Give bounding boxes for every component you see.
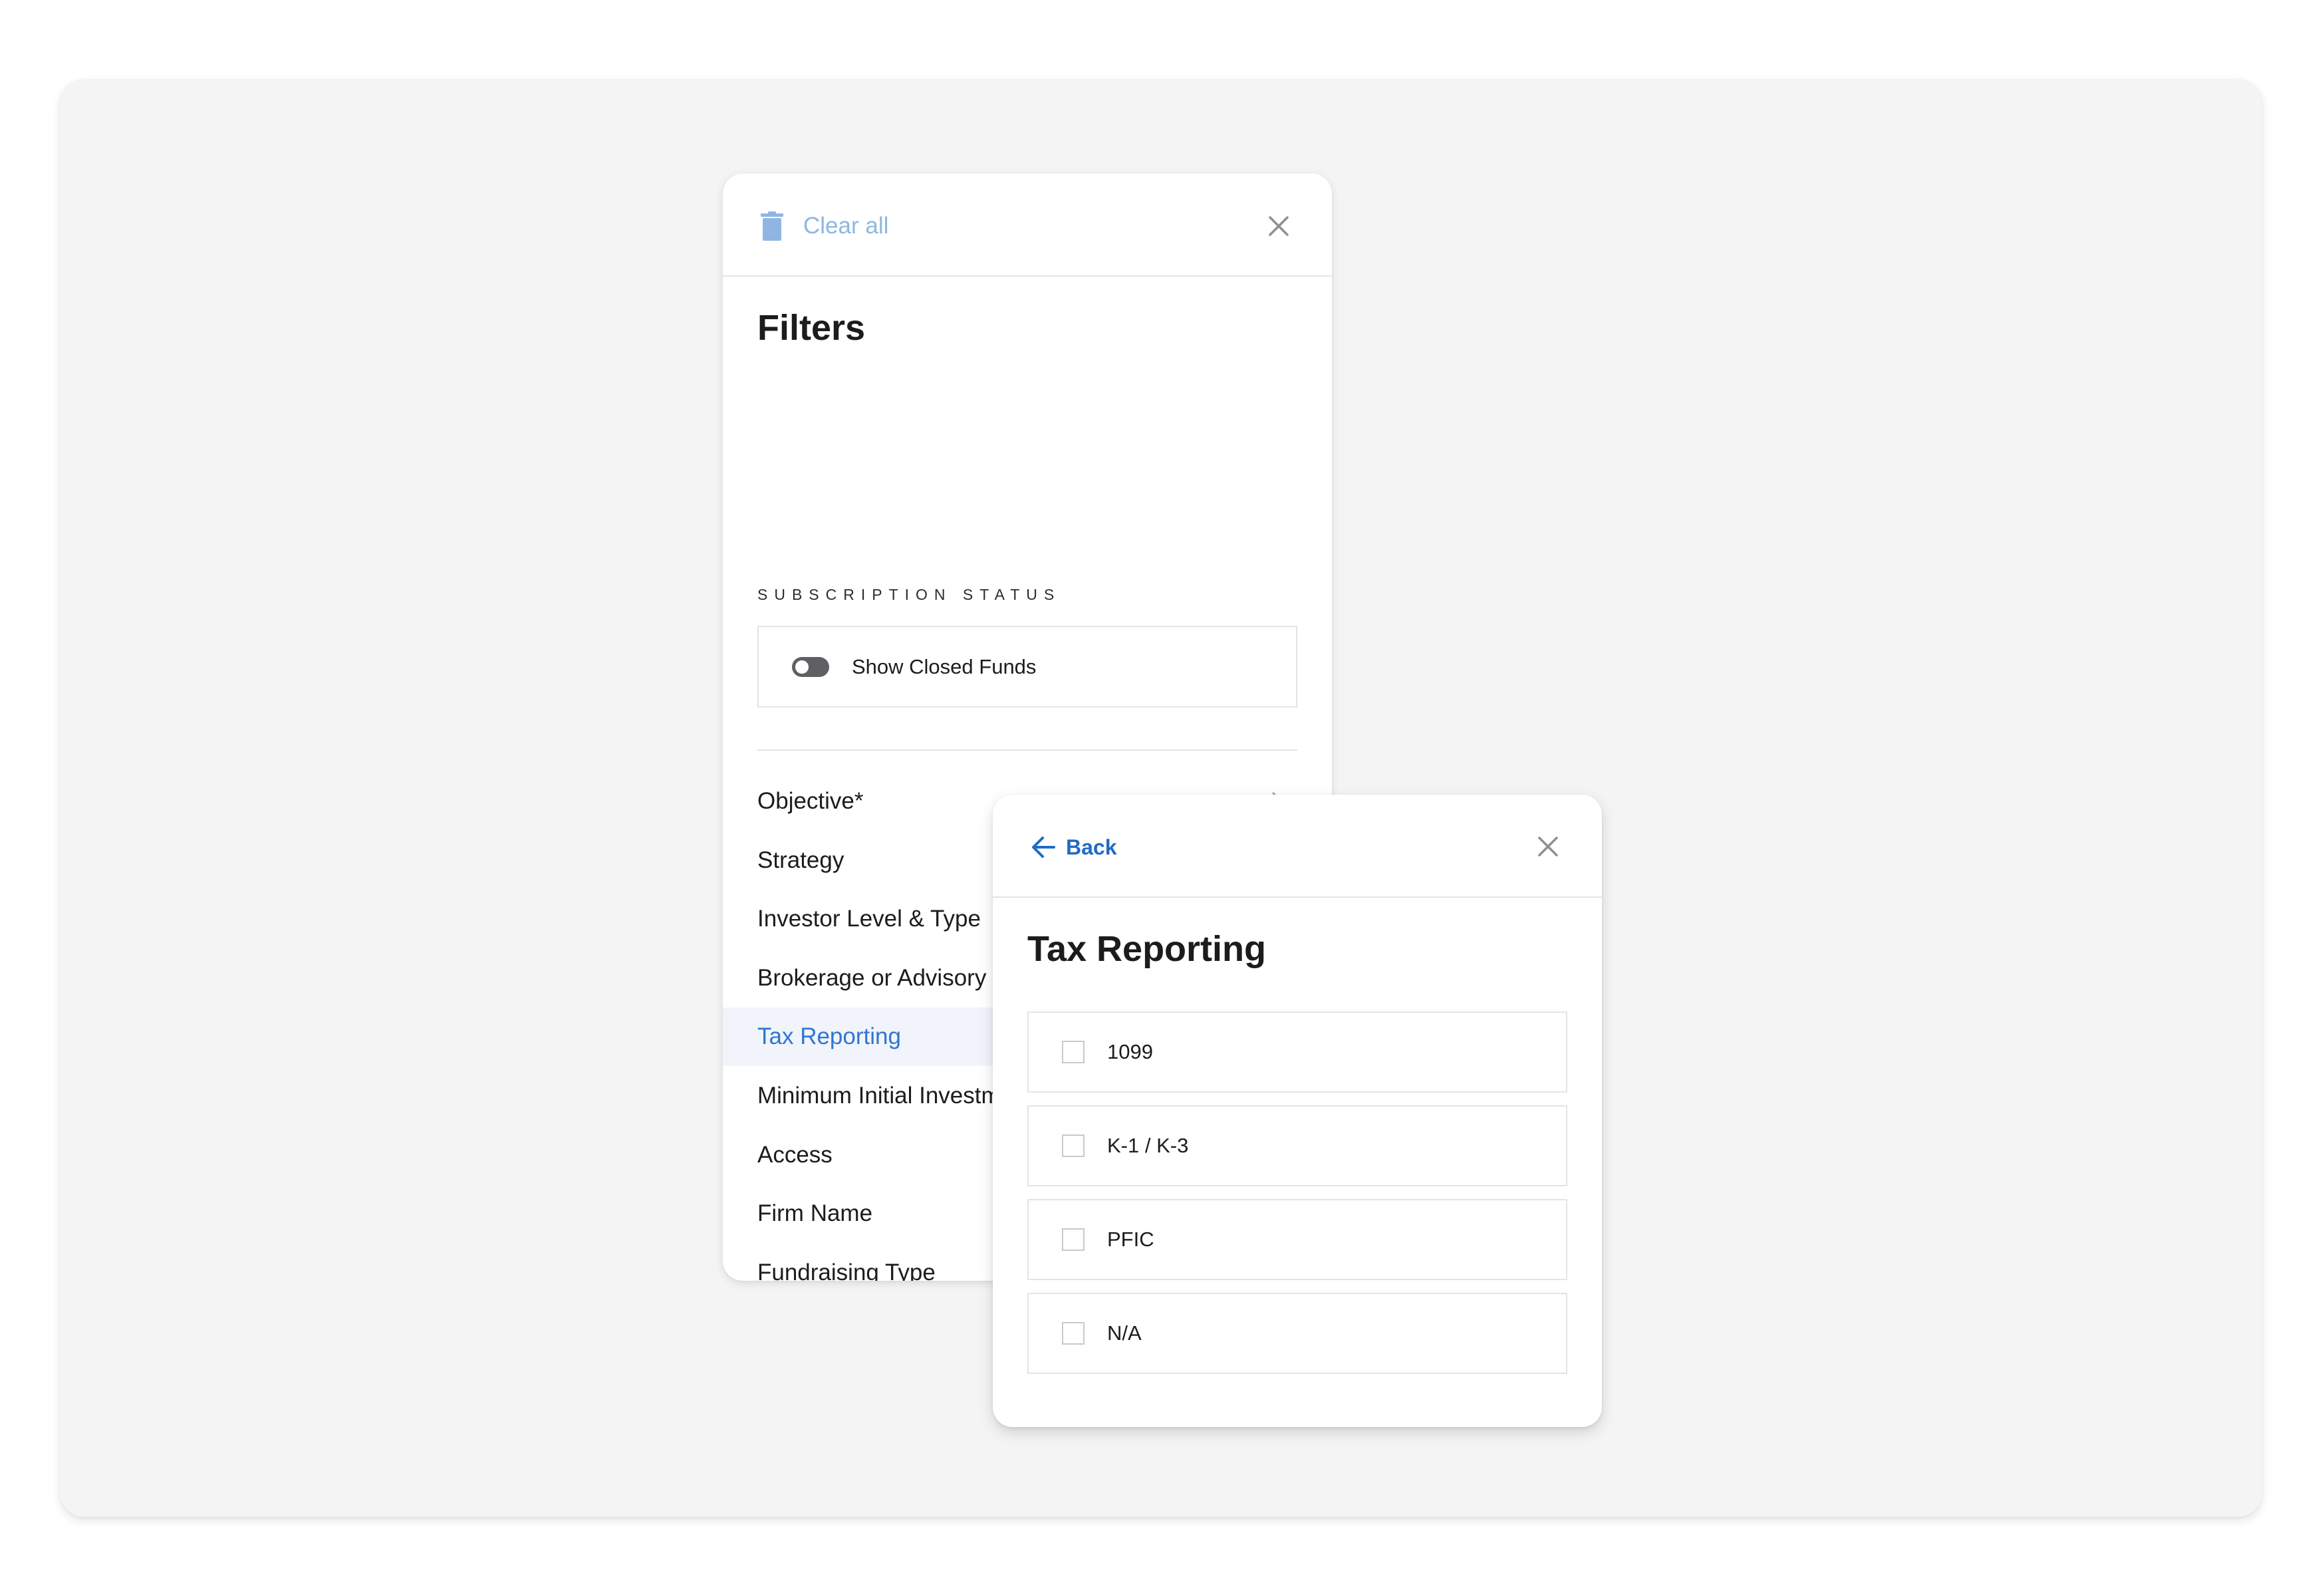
- subscription-status-label: SUBSCRIPTION STATUS: [757, 586, 1061, 603]
- show-closed-funds-toggle-row[interactable]: Show Closed Funds: [757, 626, 1297, 708]
- tax-option-pfic[interactable]: PFIC: [1027, 1199, 1567, 1280]
- tax-option-label: PFIC: [1107, 1228, 1154, 1251]
- checkbox[interactable]: [1062, 1041, 1085, 1063]
- tax-option-1099[interactable]: 1099: [1027, 1011, 1567, 1093]
- filter-item-label: Access: [757, 1142, 833, 1168]
- filter-item-label: Tax Reporting: [757, 1023, 901, 1049]
- filters-title: Filters: [757, 308, 866, 348]
- tax-option-k-1-k-3[interactable]: K-1 / K-3: [1027, 1105, 1567, 1186]
- tax-reporting-header: Back: [993, 795, 1602, 898]
- toggle-knob: [795, 660, 809, 674]
- tax-option-n-a[interactable]: N/A: [1027, 1293, 1567, 1374]
- clear-all-label: Clear all: [803, 213, 889, 239]
- tax-option-label: 1099: [1107, 1040, 1153, 1063]
- back-button[interactable]: Back: [1030, 832, 1117, 863]
- filter-item-label: Fundraising Type: [757, 1260, 936, 1281]
- trash-icon: [761, 211, 783, 241]
- back-label: Back: [1066, 835, 1117, 859]
- show-closed-funds-toggle[interactable]: [792, 656, 829, 677]
- filter-item-label: Brokerage or Advisory: [757, 965, 987, 991]
- filters-panel-header: Clear all: [723, 174, 1332, 277]
- arrow-left-icon: [1032, 837, 1055, 858]
- tax-reporting-title: Tax Reporting: [1027, 929, 1267, 969]
- filters-close-button[interactable]: [1264, 211, 1293, 241]
- divider: [757, 749, 1297, 751]
- tax-reporting-close-button[interactable]: [1533, 832, 1563, 861]
- close-icon: [1538, 837, 1558, 857]
- filter-item-label: Minimum Initial Investment: [757, 1083, 1033, 1109]
- clear-all-button[interactable]: Clear all: [761, 211, 888, 241]
- tax-option-label: N/A: [1107, 1321, 1142, 1345]
- filter-item-label: Investor Level & Type: [757, 906, 981, 932]
- close-icon: [1269, 216, 1289, 236]
- filter-item-label: Strategy: [757, 847, 844, 873]
- checkbox[interactable]: [1062, 1322, 1085, 1345]
- tax-option-label: K-1 / K-3: [1107, 1134, 1189, 1157]
- tax-reporting-panel: Back Tax Reporting 1099 K-1 / K-3 PFIC N/A: [993, 795, 1602, 1427]
- checkbox[interactable]: [1062, 1134, 1085, 1157]
- checkbox[interactable]: [1062, 1228, 1085, 1251]
- filter-item-label: Firm Name: [757, 1200, 873, 1226]
- show-closed-funds-label: Show Closed Funds: [852, 654, 1037, 678]
- filter-item-label: Objective*: [757, 788, 864, 814]
